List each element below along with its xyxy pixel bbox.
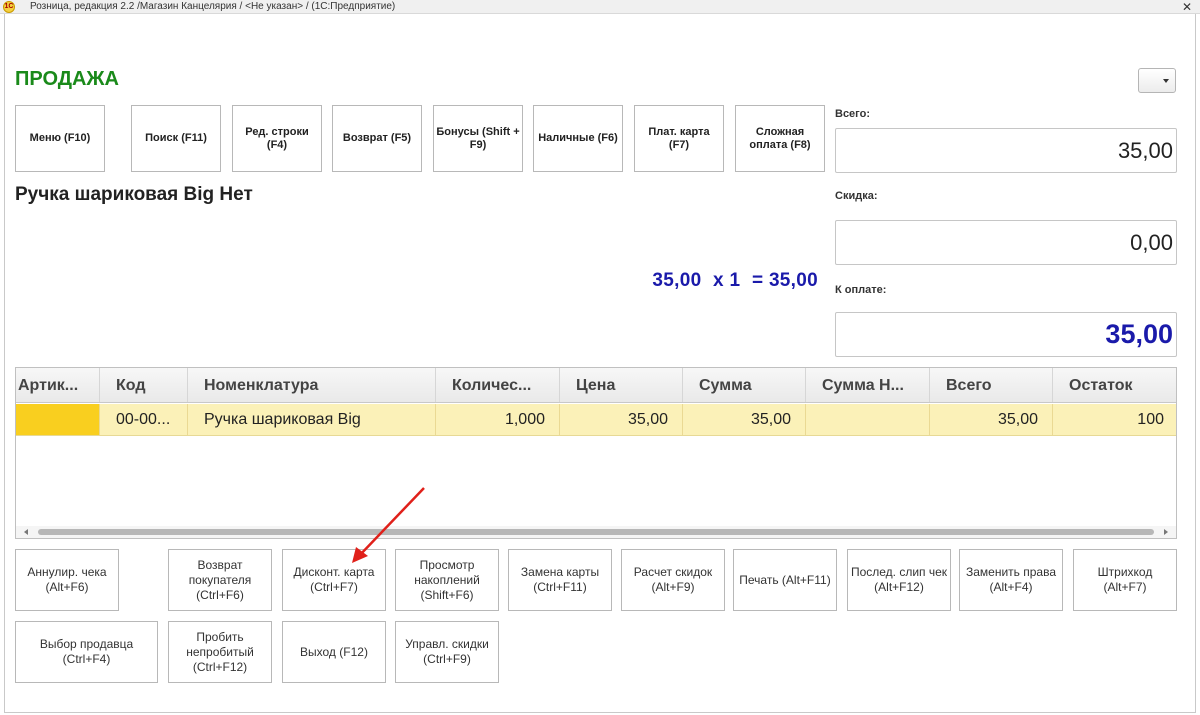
cell-price[interactable]: 35,00 [560,404,683,435]
last-slip-button[interactable]: Послед. слип чек (Alt+F12) [847,549,951,611]
cell-sum-vat[interactable] [806,404,930,435]
more-menu-button[interactable] [1138,68,1176,93]
complex-payment-button[interactable]: Сложная оплата (F8) [735,105,825,172]
column-header-sum[interactable]: Сумма [683,368,806,402]
app-logo-icon: 1С [3,1,15,13]
page-title: ПРОДАЖА [15,68,119,90]
customer-return-button[interactable]: Возврат покупателя (Ctrl+F6) [168,549,272,611]
barcode-button[interactable]: Штрихкод (Alt+F7) [1073,549,1177,611]
bonus-button[interactable]: Бонусы (Shift + F9) [433,105,523,172]
annotation-arrow-icon [352,487,425,563]
cell-nomenclature[interactable]: Ручка шариковая Big [188,404,436,435]
total-field: 35,00 [835,128,1177,173]
discount-label: Скидка: [835,190,878,202]
horizontal-scrollbar[interactable] [16,526,1176,538]
column-header-nomenclature[interactable]: Номенклатура [188,368,436,402]
chevron-down-icon [1163,79,1169,83]
cash-button[interactable]: Наличные (F6) [533,105,623,172]
cell-quantity[interactable]: 1,000 [436,404,560,435]
to-pay-field: 35,00 [835,312,1177,357]
replace-rights-button[interactable]: Заменить права (Alt+F4) [959,549,1063,611]
close-icon[interactable]: ✕ [1182,0,1192,14]
cell-total[interactable]: 35,00 [930,404,1053,435]
search-button[interactable]: Поиск (F11) [131,105,221,172]
exit-button[interactable]: Выход (F12) [282,621,386,683]
column-header-price[interactable]: Цена [560,368,683,402]
column-header-sum-vat[interactable]: Сумма Н... [806,368,930,402]
card-payment-button[interactable]: Плат. карта (F7) [634,105,724,172]
column-header-total[interactable]: Всего [930,368,1053,402]
column-header-stock[interactable]: Остаток [1053,368,1176,402]
cell-article[interactable] [16,404,100,435]
column-header-code[interactable]: Код [100,368,188,402]
punch-unpunched-button[interactable]: Пробить непробитый (Ctrl+F12) [168,621,272,683]
items-table[interactable]: Артик... Код Номенклатура Количес... Цен… [15,367,1177,539]
scrollbar-thumb[interactable] [38,529,1154,535]
menu-button[interactable]: Меню (F10) [15,105,105,172]
manage-discounts-button[interactable]: Управл. скидки (Ctrl+F9) [395,621,499,683]
cell-sum[interactable]: 35,00 [683,404,806,435]
select-seller-button[interactable]: Выбор продавца (Ctrl+F4) [15,621,158,683]
column-header-quantity[interactable]: Количес... [436,368,560,402]
to-pay-label: К оплате: [835,284,887,296]
column-header-article[interactable]: Артик... [16,368,100,402]
cancel-receipt-button[interactable]: Аннулир. чека (Alt+F6) [15,549,119,611]
calc-discounts-button[interactable]: Расчет скидок (Alt+F9) [621,549,725,611]
title-bar: 1С Розница, редакция 2.2 /Магазин Канцел… [0,0,1200,14]
cell-code[interactable]: 00-00... [100,404,188,435]
table-header: Артик... Код Номенклатура Количес... Цен… [16,368,1176,403]
return-button[interactable]: Возврат (F5) [332,105,422,172]
table-row[interactable]: 00-00... Ручка шариковая Big 1,000 35,00… [16,404,1176,436]
scroll-left-icon[interactable] [24,529,28,535]
discount-field: 0,00 [835,220,1177,265]
scroll-right-icon[interactable] [1164,529,1168,535]
edit-row-button[interactable]: Ред. строки (F4) [232,105,322,172]
replace-card-button[interactable]: Замена карты (Ctrl+F11) [508,549,612,611]
calc-quantity: x 1 [713,270,741,291]
current-item-name: Ручка шариковая Big Нет [15,184,253,205]
calc-price: 35,00 [652,270,702,291]
print-button[interactable]: Печать (Alt+F11) [733,549,837,611]
cell-stock[interactable]: 100 [1053,404,1176,435]
window-title: Розница, редакция 2.2 /Магазин Канцеляри… [30,1,396,12]
item-calculation: 35,00 x 1 = 35,00 [560,270,818,292]
total-label: Всего: [835,108,870,120]
calc-result: = 35,00 [751,270,818,291]
